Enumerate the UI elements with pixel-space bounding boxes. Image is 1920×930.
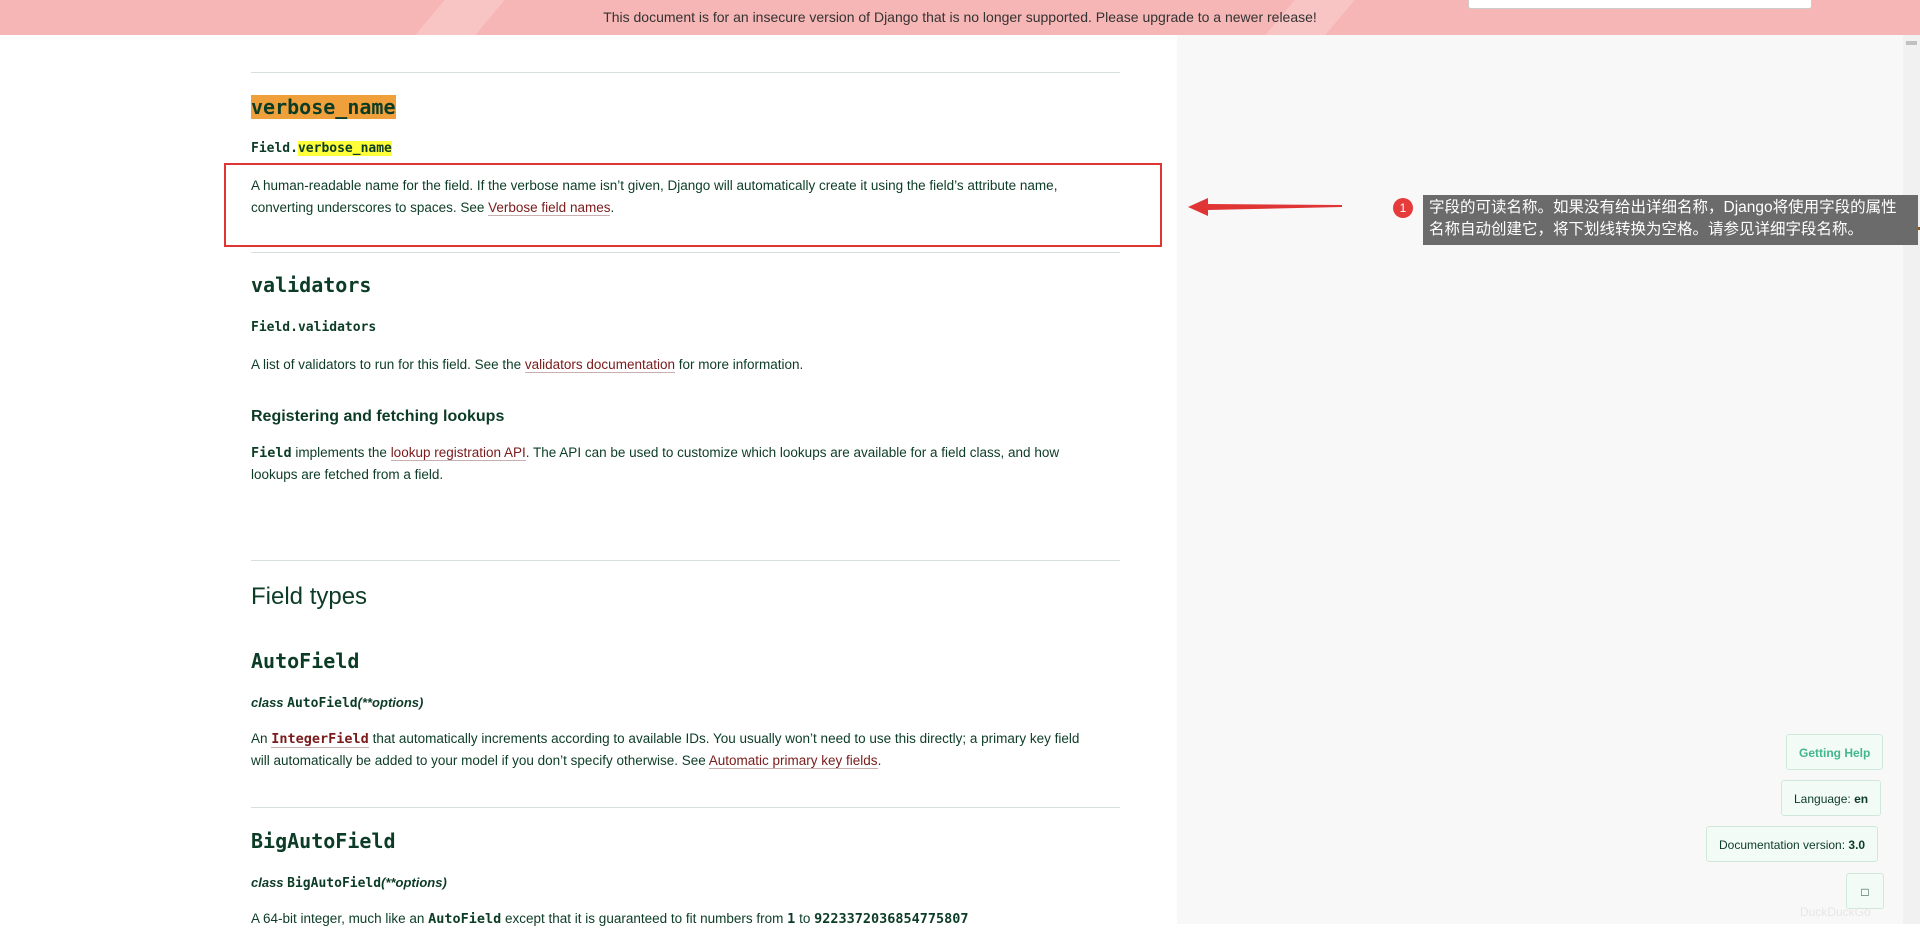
code-autofield: AutoField (428, 911, 502, 927)
heading-autofield: AutoField (251, 649, 360, 673)
sig-name: AutoField (287, 696, 358, 711)
banner-text: This document is for an insecure version… (603, 9, 1317, 25)
signature-verbose-name: Field.verbose_name (251, 141, 392, 156)
code-number: 9223372036854775807 (814, 911, 969, 927)
automatic-primary-key-fields-link[interactable]: Automatic primary key fields (708, 753, 878, 769)
sig-class: class (251, 695, 288, 710)
text: will automatically be added to your mode… (251, 753, 709, 768)
sig-args: (**options) (381, 875, 447, 890)
text: . The API can be used to customize which… (525, 445, 1060, 460)
sig-name: BigAutoField (287, 876, 382, 891)
code-field: Field (251, 445, 292, 461)
sig-name: verbose_name (297, 141, 392, 156)
getting-help-button[interactable]: Getting Help (1786, 734, 1884, 770)
annotation-highlight-box (224, 163, 1162, 247)
bigautofield-description: A 64-bit integer, much like an AutoField… (251, 908, 1120, 930)
sig-args: (**options) (357, 695, 424, 710)
divider (251, 807, 1120, 808)
signature-validators: Field.validators (251, 320, 377, 335)
text: for more information. (674, 357, 804, 372)
heading-registering-lookups: Registering and fetching lookups (251, 408, 505, 425)
lookups-description: Field implements the lookup registration… (251, 442, 1120, 486)
validators-description: A list of validators to run for this fie… (251, 354, 1120, 376)
lookup-registration-api-link[interactable]: lookup registration API (390, 445, 526, 461)
text: A list of validators to run for this fie… (251, 357, 525, 372)
version-label: Documentation version: (1719, 838, 1849, 852)
integerfield-link[interactable]: IntegerField (271, 731, 369, 748)
annotation-tooltip: 字段的可读名称。如果没有给出详细名称，Django将使用字段的属性名称自动创建它… (1423, 195, 1918, 245)
heading-validators: validators (251, 273, 372, 297)
signature-bigautofield: class BigAutoField(**options) (251, 875, 447, 891)
description-line: An IntegerField that automatically incre… (251, 728, 1120, 750)
documentation-version-button[interactable]: Documentation version: 3.0 (1706, 826, 1879, 862)
divider (251, 72, 1120, 73)
language-value: en (1854, 792, 1869, 806)
sig-class: class (251, 875, 288, 890)
heading-field-types: Field types (251, 583, 368, 610)
heading-verbose-name: verbose_name (251, 95, 396, 119)
text: implements the (291, 445, 391, 460)
autofield-description: An IntegerField that automatically incre… (251, 728, 1120, 772)
heading-bigautofield: BigAutoField (251, 829, 396, 853)
language-label: Language: (1794, 792, 1855, 806)
annotation-arrow-icon (1188, 198, 1342, 216)
divider (251, 560, 1120, 561)
text: that automatically increments according … (368, 731, 1080, 746)
scrollbar[interactable] (1903, 35, 1920, 924)
annotation-badge: 1 (1393, 198, 1413, 218)
toggle-icon[interactable]: □ (1846, 873, 1884, 909)
heading-text: verbose_name (251, 95, 396, 119)
version-value: 3.0 (1848, 838, 1866, 852)
divider (251, 252, 1120, 253)
description-line: will automatically be added to your mode… (251, 750, 1120, 772)
text: . (877, 753, 882, 768)
description-line: Field implements the lookup registration… (251, 442, 1120, 464)
language-button[interactable]: Language: en (1781, 780, 1882, 816)
banner-stripe (415, 0, 505, 35)
search-input[interactable] (1468, 0, 1812, 9)
watermark: DuckDuckGo (1800, 905, 1871, 919)
scrollbar-thumb[interactable] (1906, 41, 1917, 45)
signature-autofield: class AutoField(**options) (251, 695, 423, 711)
validators-documentation-link[interactable]: validators documentation (524, 357, 675, 373)
sig-prefix: Field. (251, 141, 298, 156)
description-line: lookups are fetched from a field. (251, 467, 444, 482)
text: An (251, 731, 272, 746)
